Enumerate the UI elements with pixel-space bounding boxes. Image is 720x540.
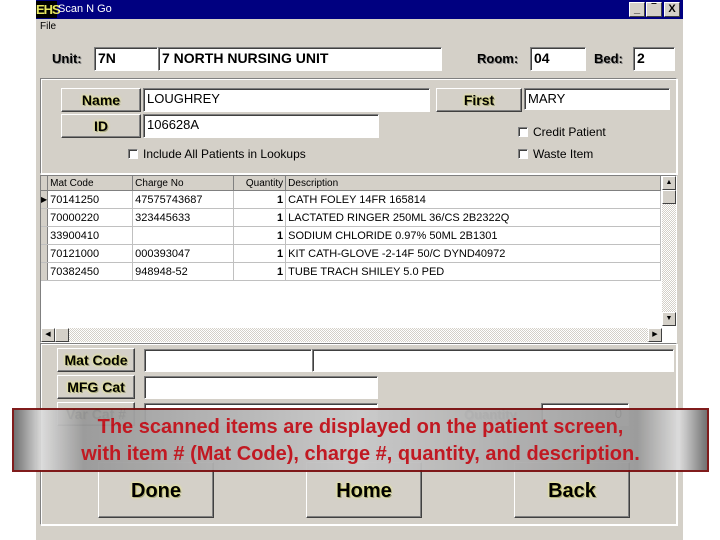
cell-quantity: 1 bbox=[233, 190, 287, 209]
close-button[interactable]: X bbox=[664, 2, 680, 17]
row-indicator[interactable]: ▶ bbox=[41, 190, 49, 209]
grid-header-row: Mat Code Charge No Quantity Description bbox=[41, 176, 662, 191]
ehs-logo: EHS bbox=[36, 1, 61, 18]
vertical-scrollbar[interactable]: ▲ ▼ bbox=[662, 176, 676, 326]
cell-mat-code: 70382450 bbox=[47, 262, 134, 281]
bed-field[interactable]: 2 bbox=[633, 47, 675, 71]
scroll-up-arrow-icon[interactable]: ▲ bbox=[662, 176, 676, 190]
column-header-description[interactable]: Description bbox=[285, 176, 662, 191]
cell-charge-no: 948948-52 bbox=[132, 262, 235, 281]
row-indicator[interactable] bbox=[41, 208, 49, 227]
minimize-button[interactable]: _ bbox=[629, 2, 645, 17]
scroll-down-arrow-icon[interactable]: ▼ bbox=[662, 312, 676, 326]
include-all-patients-label: Include All Patients in Lookups bbox=[143, 147, 306, 161]
items-table: Mat Code Charge No Quantity Description … bbox=[41, 176, 662, 281]
cell-quantity: 1 bbox=[233, 208, 287, 227]
caption-line-1: The scanned items are displayed on the p… bbox=[97, 416, 624, 438]
row-indicator-header bbox=[41, 176, 49, 191]
cell-quantity: 1 bbox=[233, 244, 287, 263]
table-row[interactable]: 70382450 948948-52 1 TUBE TRACH SHILEY 5.0 … bbox=[41, 262, 662, 281]
horizontal-scrollbar[interactable]: ◀ ▶ bbox=[41, 328, 662, 342]
waste-item-checkbox[interactable]: Waste Item bbox=[518, 147, 593, 161]
cell-charge-no bbox=[132, 226, 235, 245]
mat-code-lookup-button[interactable]: Mat Code bbox=[57, 348, 135, 372]
row-indicator[interactable] bbox=[41, 244, 49, 263]
unit-label: Unit: bbox=[52, 51, 82, 66]
room-label: Room: bbox=[477, 51, 519, 66]
cell-quantity: 1 bbox=[233, 226, 287, 245]
column-header-mat-code[interactable]: Mat Code bbox=[47, 176, 134, 191]
cell-quantity: 1 bbox=[233, 262, 287, 281]
waste-item-label: Waste Item bbox=[533, 147, 594, 161]
window-title: Scan N Go bbox=[58, 3, 112, 15]
cell-mat-code: 33900410 bbox=[47, 226, 134, 245]
row-indicator[interactable] bbox=[41, 262, 49, 281]
first-name-lookup-button[interactable]: First bbox=[436, 88, 522, 112]
column-header-quantity[interactable]: Quantity bbox=[233, 176, 287, 191]
cell-mat-code: 70121000 bbox=[47, 244, 134, 263]
cell-description: TUBE TRACH SHILEY 5.0 PED bbox=[285, 262, 662, 281]
vertical-scroll-thumb[interactable] bbox=[662, 190, 676, 204]
menu-bar: File bbox=[36, 19, 683, 36]
patient-id-field[interactable]: 106628A bbox=[143, 114, 379, 138]
name-lookup-button[interactable]: Name bbox=[61, 88, 141, 112]
unit-name-field[interactable]: 7 NORTH NURSING UNIT bbox=[158, 47, 442, 71]
cell-charge-no: 323445633 bbox=[132, 208, 235, 227]
checkbox-box[interactable] bbox=[518, 127, 528, 137]
mfg-cat-field[interactable] bbox=[144, 376, 378, 399]
cell-mat-code: 70141250 bbox=[47, 190, 134, 209]
mfg-cat-lookup-button[interactable]: MFG Cat bbox=[57, 375, 135, 399]
scroll-left-arrow-icon[interactable]: ◀ bbox=[41, 328, 55, 342]
caption-banner: The scanned items are displayed on the p… bbox=[12, 408, 709, 472]
cell-description: SODIUM CHLORIDE 0.97% 50ML 2B1301 bbox=[285, 226, 662, 245]
credit-patient-label: Credit Patient bbox=[533, 125, 606, 139]
maximize-button[interactable]: ‾ bbox=[646, 2, 662, 17]
horizontal-scroll-thumb[interactable] bbox=[55, 328, 69, 342]
table-row[interactable]: 33900410 1 SODIUM CHLORIDE 0.97% 50ML 2B13… bbox=[41, 226, 662, 245]
last-name-field[interactable]: LOUGHREY bbox=[143, 88, 430, 112]
cell-mat-code: 70000220 bbox=[47, 208, 134, 227]
first-name-field[interactable]: MARY bbox=[524, 88, 670, 110]
caption-text: The scanned items are displayed on the p… bbox=[14, 414, 707, 468]
cell-charge-no: 000393047 bbox=[132, 244, 235, 263]
column-header-charge-no[interactable]: Charge No bbox=[132, 176, 235, 191]
room-field[interactable]: 04 bbox=[530, 47, 586, 71]
checkbox-box[interactable] bbox=[518, 149, 528, 159]
checkbox-box[interactable] bbox=[128, 149, 138, 159]
mat-code-field[interactable] bbox=[144, 349, 312, 372]
unit-code-field[interactable]: 7N bbox=[94, 47, 158, 71]
mat-code-description-field[interactable] bbox=[312, 349, 674, 372]
table-row[interactable]: 70000220 323445633 1 LACTATED RINGER 250ML … bbox=[41, 208, 662, 227]
row-indicator[interactable] bbox=[41, 226, 49, 245]
cell-description: CATH FOLEY 14FR 165814 bbox=[285, 190, 662, 209]
table-row[interactable]: ▶ 70141250 47575743687 1 CATH FOLEY 14FR 165… bbox=[41, 190, 662, 209]
scroll-right-arrow-icon[interactable]: ▶ bbox=[648, 328, 662, 342]
caption-line-2: with item # (Mat Code), charge #, quanti… bbox=[81, 443, 640, 465]
cell-description: LACTATED RINGER 250ML 36/CS 2B2322Q bbox=[285, 208, 662, 227]
table-row[interactable]: 70121000 000393047 1 KIT CATH-GLOVE -2-14F … bbox=[41, 244, 662, 263]
menu-file[interactable]: File bbox=[40, 21, 56, 32]
cell-charge-no: 47575743687 bbox=[132, 190, 235, 209]
id-lookup-button[interactable]: ID bbox=[61, 114, 141, 138]
scanned-items-grid[interactable]: Mat Code Charge No Quantity Description … bbox=[40, 175, 677, 343]
include-all-patients-checkbox[interactable]: Include All Patients in Lookups bbox=[128, 147, 306, 161]
credit-patient-checkbox[interactable]: Credit Patient bbox=[518, 125, 606, 139]
bed-label: Bed: bbox=[594, 51, 623, 66]
cell-description: KIT CATH-GLOVE -2-14F 50/C DYND40972 bbox=[285, 244, 662, 263]
title-bar: EHS Scan N Go _ ‾ X bbox=[36, 0, 683, 19]
